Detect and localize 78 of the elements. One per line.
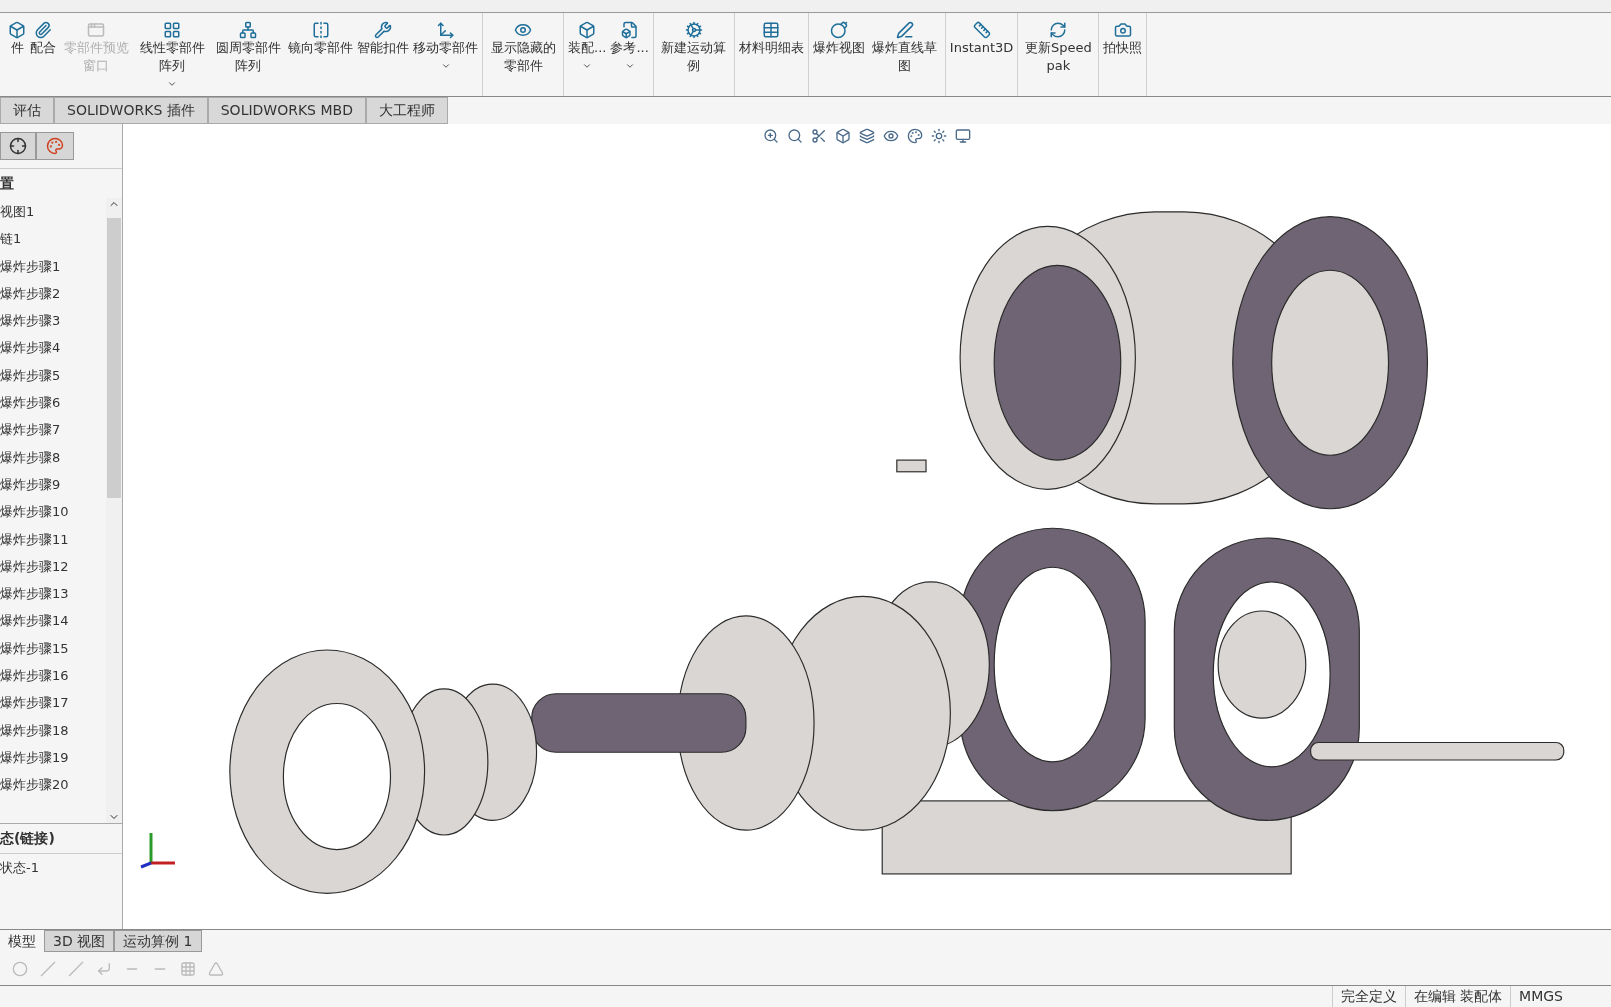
sun-icon[interactable]	[931, 128, 947, 144]
view-tab[interactable]: 3D 视图	[44, 930, 115, 952]
tree-item[interactable]: 爆炸步骤12	[0, 552, 106, 581]
tree-item[interactable]: 爆炸步骤15	[0, 634, 106, 663]
camera-icon	[1113, 21, 1132, 39]
palette-icon[interactable]	[907, 128, 923, 144]
ribbon-button[interactable]: 装配...	[568, 21, 607, 71]
window-icon	[87, 21, 105, 39]
palette-icon	[46, 137, 64, 155]
mirror-icon	[311, 21, 330, 39]
ribbon-button[interactable]: 显示隐藏的零部件	[487, 21, 559, 75]
status-field: 在编辑 装配体	[1404, 986, 1511, 1007]
ribbon-button[interactable]: 线性零部件阵列	[136, 21, 208, 89]
tree-item[interactable]: 爆炸步骤17	[0, 689, 106, 717]
move-icon	[436, 21, 455, 39]
tree-item[interactable]: 爆炸步骤6	[0, 389, 106, 417]
wrench-icon	[374, 21, 392, 39]
tree-item[interactable]: 爆炸步骤1	[0, 252, 106, 280]
tree-item[interactable]: 爆炸步骤18	[0, 716, 106, 744]
cube-icon	[8, 21, 26, 39]
tree-item[interactable]: 爆炸步骤2	[0, 279, 106, 308]
zoom-icon[interactable]	[763, 128, 779, 144]
eye-icon	[514, 21, 532, 39]
ribbon-button[interactable]: 爆炸直线草图	[868, 21, 941, 75]
tree-item[interactable]: 爆炸步骤11	[0, 525, 106, 553]
layers-icon[interactable]	[859, 128, 875, 144]
tree-item[interactable]: 爆炸步骤3	[0, 307, 106, 335]
ruler-icon	[972, 21, 991, 39]
search-icon[interactable]	[787, 128, 803, 144]
ribbon-button[interactable]: Instant3D	[949, 21, 1014, 57]
tree-item[interactable]: 爆炸步骤5	[0, 361, 106, 390]
ribbon-button[interactable]: 材料明细表	[738, 21, 804, 57]
tree-item[interactable]: 链1	[0, 225, 106, 253]
tree-item[interactable]: 爆炸步骤9	[0, 470, 106, 499]
table-icon	[762, 21, 781, 39]
cube-icon	[578, 21, 597, 39]
tree-item[interactable]: 视图1	[0, 198, 106, 226]
ribbon-button[interactable]: 圆周零部件阵列	[212, 21, 284, 75]
tree-item[interactable]: 爆炸步骤19	[0, 743, 106, 772]
refresh-icon	[1049, 21, 1068, 39]
tree-item[interactable]: 爆炸步骤13	[0, 580, 106, 608]
tree-item[interactable]: 爆炸步骤8	[0, 443, 106, 471]
ribbon-button[interactable]: 更新Speedpak	[1022, 21, 1095, 75]
status-field: MMGS	[1510, 986, 1571, 1007]
ribbon-button[interactable]: 拍快照	[1103, 21, 1143, 57]
command-tab[interactable]: SOLIDWORKS MBD	[207, 97, 366, 124]
crosshair-tab[interactable]	[0, 132, 36, 160]
cube-icon[interactable]	[835, 128, 851, 144]
ribbon-button[interactable]: 配合	[30, 21, 56, 57]
ribbon-button[interactable]: 参考...	[610, 21, 649, 71]
command-tab[interactable]: SOLIDWORKS 插件	[54, 97, 208, 124]
tree-item[interactable]: 爆炸步骤7	[0, 416, 106, 444]
view-tab[interactable]: 运动算例 1	[114, 930, 202, 952]
command-tab[interactable]: 大工程师	[365, 97, 448, 124]
ribbon-button[interactable]: 新建运动算例	[657, 21, 730, 75]
tree-item[interactable]: 爆炸步骤14	[0, 607, 106, 635]
tree-item[interactable]: 爆炸步骤16	[0, 662, 106, 690]
tree-heading: 置	[0, 174, 15, 193]
monitor-icon[interactable]	[955, 128, 971, 144]
pen-line-icon	[895, 21, 914, 39]
ribbon-button[interactable]: 智能扣件	[357, 21, 409, 57]
command-tab[interactable]: 评估	[0, 97, 54, 124]
ribbon-button[interactable]: 移动零部件	[413, 21, 478, 71]
ribbon-button[interactable]: 件	[8, 21, 26, 57]
file-box-icon	[620, 21, 639, 39]
ribbon-button[interactable]: 爆炸视图	[812, 21, 865, 57]
state-heading: 态(链接)	[0, 822, 122, 853]
tree-item[interactable]: 爆炸步骤4	[0, 334, 106, 362]
grid-icon	[163, 21, 181, 39]
ribbon-button[interactable]: 镜向零部件	[288, 21, 353, 57]
scrollbar[interactable]	[106, 198, 122, 823]
tree-item[interactable]: 爆炸步骤20	[0, 771, 106, 799]
tree-item[interactable]: 爆炸步骤10	[0, 498, 106, 526]
status-field: 完全定义	[1331, 986, 1405, 1007]
state-item[interactable]: 状态-1	[0, 852, 122, 881]
crosshair-icon	[9, 137, 27, 155]
paperclip-icon	[34, 21, 52, 39]
eye-icon[interactable]	[883, 128, 899, 144]
